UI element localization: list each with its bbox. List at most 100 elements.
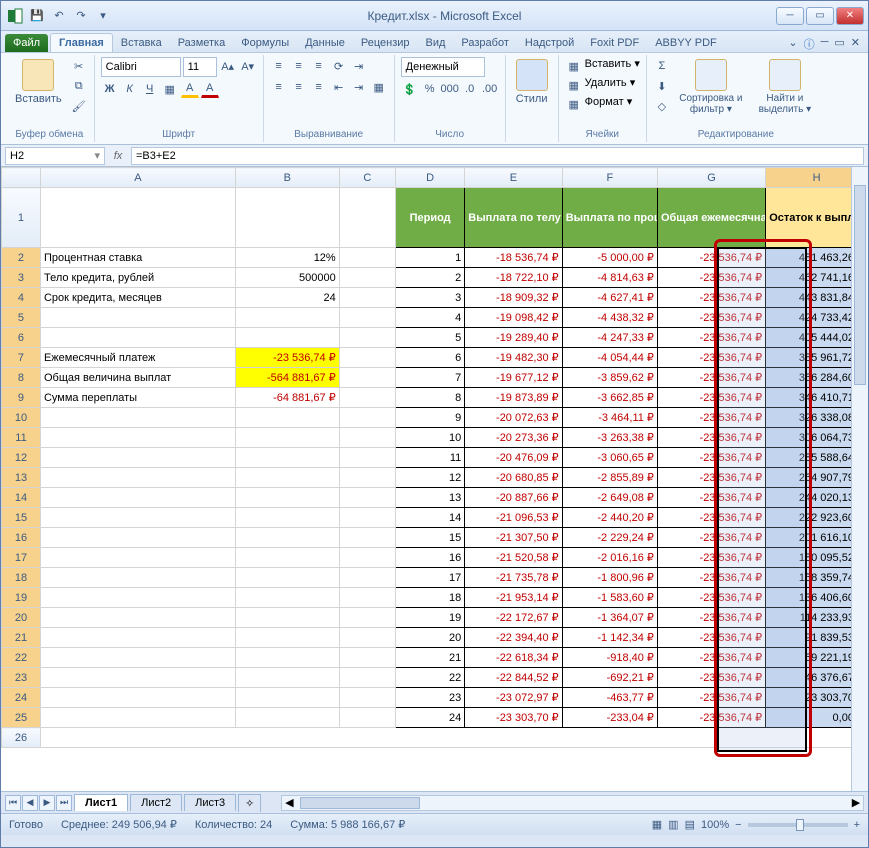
cell-A8[interactable]: Общая величина выплат (40, 368, 235, 388)
cell-G9[interactable]: -23 536,74 ₽ (657, 388, 765, 408)
cell-F21[interactable]: -1 142,34 ₽ (562, 628, 657, 648)
cell-G21[interactable]: -23 536,74 ₽ (657, 628, 765, 648)
cell-G14[interactable]: -23 536,74 ₽ (657, 488, 765, 508)
save-icon[interactable]: 💾 (27, 6, 47, 26)
col-A[interactable]: A (40, 168, 235, 188)
prev-sheet-icon[interactable]: ◀ (22, 795, 38, 811)
cell-F12[interactable]: -3 060,65 ₽ (562, 448, 657, 468)
cell-A3[interactable]: Тело кредита, рублей (40, 268, 235, 288)
cell-A12[interactable] (40, 448, 235, 468)
cell-D2[interactable]: 1 (396, 248, 465, 268)
row-header[interactable]: 21 (2, 628, 41, 648)
cell-B12[interactable] (235, 448, 339, 468)
cell-B23[interactable] (235, 668, 339, 688)
row-header[interactable]: 18 (2, 568, 41, 588)
cell-E24[interactable]: -23 072,97 ₽ (465, 688, 562, 708)
cell-F2[interactable]: -5 000,00 ₽ (562, 248, 657, 268)
cell-D9[interactable]: 8 (396, 388, 465, 408)
cell-D19[interactable]: 18 (396, 588, 465, 608)
formula-input[interactable]: =B3+E2 (131, 147, 864, 165)
select-all[interactable] (2, 168, 41, 188)
cell-F9[interactable]: -3 662,85 ₽ (562, 388, 657, 408)
row-header[interactable]: 16 (2, 528, 41, 548)
sort-button[interactable]: Сортировка и фильтр ▾ (675, 57, 747, 117)
tab-review[interactable]: Рецензир (353, 34, 418, 52)
cell-G24[interactable]: -23 536,74 ₽ (657, 688, 765, 708)
cut-icon[interactable]: ✂ (70, 57, 88, 75)
maximize-button[interactable]: ▭ (806, 7, 834, 25)
cell-C9[interactable] (339, 388, 395, 408)
cell-E19[interactable]: -21 953,14 ₽ (465, 588, 562, 608)
cell-F3[interactable]: -4 814,63 ₽ (562, 268, 657, 288)
cell-B25[interactable] (235, 708, 339, 728)
cell-C25[interactable] (339, 708, 395, 728)
cell-D20[interactable]: 19 (396, 608, 465, 628)
cell-D16[interactable]: 15 (396, 528, 465, 548)
cell-A25[interactable] (40, 708, 235, 728)
cell-D5[interactable]: 4 (396, 308, 465, 328)
cell-G7[interactable]: -23 536,74 ₽ (657, 348, 765, 368)
cell-G8[interactable]: -23 536,74 ₽ (657, 368, 765, 388)
cell-F5[interactable]: -4 438,32 ₽ (562, 308, 657, 328)
undo-icon[interactable]: ↶ (49, 6, 69, 26)
cell-C7[interactable] (339, 348, 395, 368)
cell-G20[interactable]: -23 536,74 ₽ (657, 608, 765, 628)
tab-insert[interactable]: Вставка (113, 34, 170, 52)
cell-G13[interactable]: -23 536,74 ₽ (657, 468, 765, 488)
cell-G19[interactable]: -23 536,74 ₽ (657, 588, 765, 608)
cell-G17[interactable]: -23 536,74 ₽ (657, 548, 765, 568)
cell-B18[interactable] (235, 568, 339, 588)
italic-icon[interactable]: К (121, 80, 139, 98)
cell-E10[interactable]: -20 072,63 ₽ (465, 408, 562, 428)
cell-A11[interactable] (40, 428, 235, 448)
zoom-out-icon[interactable]: − (735, 819, 741, 831)
cell-E12[interactable]: -20 476,09 ₽ (465, 448, 562, 468)
cell-C17[interactable] (339, 548, 395, 568)
row-header[interactable]: 15 (2, 508, 41, 528)
zoom-slider[interactable] (748, 823, 848, 827)
sheet-tab-3[interactable]: Лист3 (184, 794, 236, 811)
cell-F6[interactable]: -4 247,33 ₽ (562, 328, 657, 348)
percent-icon[interactable]: % (421, 80, 439, 98)
cell-E11[interactable]: -20 273,36 ₽ (465, 428, 562, 448)
cell-A21[interactable] (40, 628, 235, 648)
col-F[interactable]: F (562, 168, 657, 188)
tab-addin[interactable]: Надстрой (517, 34, 582, 52)
cell-C23[interactable] (339, 668, 395, 688)
cell-B9[interactable]: -64 881,67 ₽ (235, 388, 339, 408)
row-header[interactable]: 11 (2, 428, 41, 448)
cell-B13[interactable] (235, 468, 339, 488)
cell-F13[interactable]: -2 855,89 ₽ (562, 468, 657, 488)
merge-icon[interactable]: ▦ (370, 78, 388, 96)
cell-F7[interactable]: -4 054,44 ₽ (562, 348, 657, 368)
cell-B10[interactable] (235, 408, 339, 428)
align-center-icon[interactable]: ≡ (290, 78, 308, 96)
cell-F20[interactable]: -1 364,07 ₽ (562, 608, 657, 628)
col-D[interactable]: D (396, 168, 465, 188)
row-header[interactable]: 25 (2, 708, 41, 728)
cell-B20[interactable] (235, 608, 339, 628)
cell-C2[interactable] (339, 248, 395, 268)
clear-icon[interactable]: ◇ (653, 97, 671, 115)
row-header[interactable]: 22 (2, 648, 41, 668)
qat-dropdown-icon[interactable]: ▾ (93, 6, 113, 26)
row-header[interactable]: 14 (2, 488, 41, 508)
cell-F14[interactable]: -2 649,08 ₽ (562, 488, 657, 508)
cell-A10[interactable] (40, 408, 235, 428)
win-min-icon[interactable]: ─ (821, 36, 829, 52)
align-right-icon[interactable]: ≡ (310, 78, 328, 96)
cell-D23[interactable]: 22 (396, 668, 465, 688)
wrap-icon[interactable]: ⇥ (350, 57, 368, 75)
fill-color-icon[interactable]: A (181, 80, 199, 98)
cell-G3[interactable]: -23 536,74 ₽ (657, 268, 765, 288)
col-C[interactable]: C (339, 168, 395, 188)
cell-D11[interactable]: 10 (396, 428, 465, 448)
cell-D25[interactable]: 24 (396, 708, 465, 728)
tab-dev[interactable]: Разработ (453, 34, 516, 52)
cell-F4[interactable]: -4 627,41 ₽ (562, 288, 657, 308)
dec-dec-icon[interactable]: .00 (481, 80, 499, 98)
size-combo[interactable]: 11 (183, 57, 217, 77)
paste-button[interactable]: Вставить (11, 57, 66, 107)
col-B[interactable]: B (235, 168, 339, 188)
cell-G23[interactable]: -23 536,74 ₽ (657, 668, 765, 688)
